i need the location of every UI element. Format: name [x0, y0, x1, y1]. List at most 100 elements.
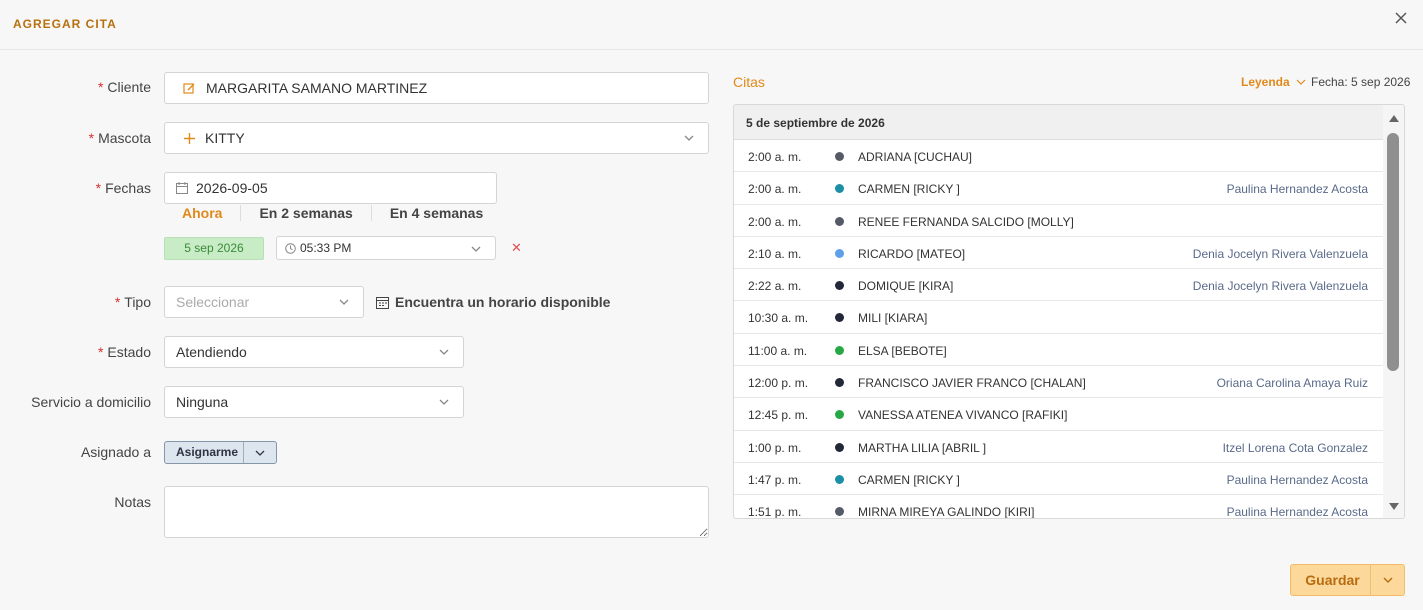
assign-me-button[interactable]: Asignarme	[164, 441, 277, 464]
calendar-icon	[176, 182, 188, 194]
appointment-client-pet: ELSA [BEBOTE]	[858, 343, 947, 358]
mascota-select[interactable]: KITTY	[164, 122, 709, 154]
status-dot-icon	[835, 507, 844, 517]
appointment-client-pet: RENEE FERNANDA SALCIDO [MOLLY]	[858, 214, 1074, 229]
tipo-label: * Tipo	[114, 294, 151, 310]
appointment-row[interactable]: 2:00 a. m. RENEE FERNANDA SALCIDO [MOLLY]	[734, 205, 1383, 237]
selected-date-chip[interactable]: 5 sep 2026	[164, 237, 264, 260]
save-label[interactable]: Guardar	[1291, 565, 1371, 595]
appointment-time: 1:00 p. m.	[748, 440, 802, 455]
appointment-row[interactable]: 11:00 a. m. ELSA [BEBOTE]	[734, 334, 1383, 367]
scroll-down-icon	[1389, 503, 1399, 510]
appointment-client-pet: CARMEN [RICKY ]	[858, 472, 960, 487]
scrollbar[interactable]	[1383, 105, 1404, 518]
appointment-vet: Oriana Carolina Amaya Ruiz	[1216, 376, 1368, 391]
chevron-down-icon[interactable]	[244, 447, 276, 459]
chevron-down-icon	[1296, 79, 1306, 85]
find-slot-link[interactable]: Encuentra un horario disponible	[376, 294, 610, 310]
status-dot-icon	[835, 281, 844, 291]
chevron-down-icon	[437, 345, 451, 359]
quick-link-4-weeks[interactable]: En 4 semanas	[372, 205, 501, 221]
appointment-row[interactable]: 12:45 p. m. VANESSA ATENEA VIVANCO [RAFIK…	[734, 398, 1383, 431]
chevron-down-icon	[437, 395, 451, 409]
tipo-select[interactable]: Seleccionar	[164, 286, 364, 318]
asignado-label: Asignado a	[80, 444, 151, 460]
mascota-value: KITTY	[205, 130, 245, 146]
appointment-client-pet: MILI [KIARA]	[858, 311, 928, 326]
appointment-client-pet: CARMEN [RICKY ]	[858, 182, 960, 197]
estado-label: * Estado	[97, 344, 151, 360]
appointment-row[interactable]: 2:00 a. m. CARMEN [RICKY ] Paulina Hernand…	[734, 172, 1383, 205]
assign-me-label[interactable]: Asignarme	[165, 442, 244, 463]
appointment-time: 1:47 p. m.	[748, 472, 802, 487]
appointment-vet: Denia Jocelyn Rivera Valenzuela	[1192, 279, 1368, 294]
estado-value: Atendiendo	[176, 344, 247, 360]
appointment-time: 12:45 p. m.	[748, 408, 809, 423]
appointment-row[interactable]: 2:10 a. m. RICARDO [MATEO] Denia Jocelyn R…	[734, 237, 1383, 270]
servicio-value: Ninguna	[176, 394, 229, 410]
save-button[interactable]: Guardar	[1290, 564, 1405, 596]
status-dot-icon	[835, 152, 844, 161]
dialog-header: AGREGAR CITA	[0, 0, 1423, 50]
chevron-down-icon	[469, 242, 483, 256]
fecha-value: 2026-09-05	[196, 180, 268, 196]
appointment-time: 12:00 p. m.	[748, 376, 809, 391]
chevron-down-icon[interactable]	[1371, 574, 1404, 586]
legend-label: Leyenda	[1241, 75, 1290, 89]
status-dot-icon	[835, 313, 844, 323]
status-dot-icon	[835, 345, 844, 355]
estado-select[interactable]: Atendiendo	[164, 336, 464, 368]
appointment-vet: Paulina Hernandez Acosta	[1226, 182, 1368, 197]
appointment-client-pet: VANESSA ATENEA VIVANCO [RAFIKI]	[858, 408, 1068, 423]
scroll-thumb[interactable]	[1387, 133, 1399, 371]
appointment-client-pet: RICARDO [MATEO]	[858, 246, 966, 261]
appointment-client-pet: ADRIANA [CUCHAU]	[858, 150, 973, 164]
appointment-row[interactable]: 2:22 a. m. DOMIQUE [KIRA] Denia Jocelyn Ri…	[734, 269, 1383, 302]
appointment-row[interactable]: 2:00 a. m. ADRIANA [CUCHAU]	[734, 140, 1383, 173]
status-dot-icon	[835, 184, 844, 194]
appointment-client-pet: DOMIQUE [KIRA]	[858, 279, 954, 294]
appointment-time: 1:51 p. m.	[748, 505, 802, 519]
appointment-time: 11:00 a. m.	[748, 343, 808, 358]
citas-title: Citas	[733, 74, 765, 90]
mascota-label: * Mascota	[88, 130, 151, 146]
appointment-row[interactable]: 1:47 p. m. CARMEN [RICKY ] Paulina Hernand…	[734, 463, 1383, 496]
status-dot-icon	[835, 378, 844, 388]
appointment-row[interactable]: 1:00 p. m. MARTHA LILIA [ABRIL ] Itzel Lor…	[734, 431, 1383, 463]
status-dot-icon	[835, 442, 844, 452]
servicio-select[interactable]: Ninguna	[164, 386, 464, 418]
status-dot-icon	[835, 248, 844, 258]
notas-textarea[interactable]	[164, 486, 709, 538]
close-icon[interactable]	[1392, 10, 1410, 28]
appointment-vet: Paulina Hernandez Acosta	[1226, 505, 1368, 519]
find-slot-label: Encuentra un horario disponible	[395, 294, 611, 310]
plus-icon[interactable]	[183, 132, 196, 145]
tipo-placeholder: Seleccionar	[176, 294, 250, 310]
fecha-input[interactable]: 2026-09-05	[164, 172, 497, 204]
scroll-up-icon	[1389, 115, 1399, 122]
cliente-field[interactable]: MARGARITA SAMANO MARTINEZ	[164, 72, 709, 104]
appointment-time: 2:00 a. m.	[748, 150, 802, 164]
legend-toggle[interactable]: Leyenda	[1241, 75, 1306, 89]
appointment-time: 2:22 a. m.	[748, 279, 802, 294]
date-quick-links: Ahora En 2 semanas En 4 semanas	[164, 205, 501, 221]
appointment-time: 2:00 a. m.	[748, 214, 802, 229]
notas-label: Notas	[114, 494, 151, 510]
status-dot-icon	[835, 474, 844, 484]
time-select[interactable]: 05:33 PM	[276, 236, 496, 260]
appointments-list-panel: 5 de septiembre de 2026 2:00 a. m. ADRIAN…	[733, 104, 1405, 519]
fecha-info: Fecha: 5 sep 2026	[1311, 75, 1411, 89]
quick-link-now[interactable]: Ahora	[164, 205, 242, 221]
status-dot-icon	[835, 410, 844, 420]
quick-link-2-weeks[interactable]: En 2 semanas	[241, 205, 372, 221]
appointment-time: 2:00 a. m.	[748, 182, 802, 197]
appointment-row[interactable]: 10:30 a. m. MILI [KIARA]	[734, 301, 1383, 334]
edit-icon[interactable]	[183, 82, 196, 95]
fechas-label: * Fechas	[95, 180, 151, 196]
appointments-list: 2:00 a. m. ADRIANA [CUCHAU] 2:00 a. m. CARM…	[734, 140, 1383, 519]
appointment-row[interactable]: 12:00 p. m. FRANCISCO JAVIER FRANCO [CHAL…	[734, 366, 1383, 399]
appointment-row[interactable]: 1:51 p. m. MIRNA MIREYA GALINDO [KIRI] Pau…	[734, 495, 1383, 519]
appointment-vet: Itzel Lorena Cota Gonzalez	[1222, 440, 1368, 455]
remove-date-icon[interactable]: ✕	[511, 240, 522, 256]
cliente-label: * Cliente	[97, 79, 151, 95]
